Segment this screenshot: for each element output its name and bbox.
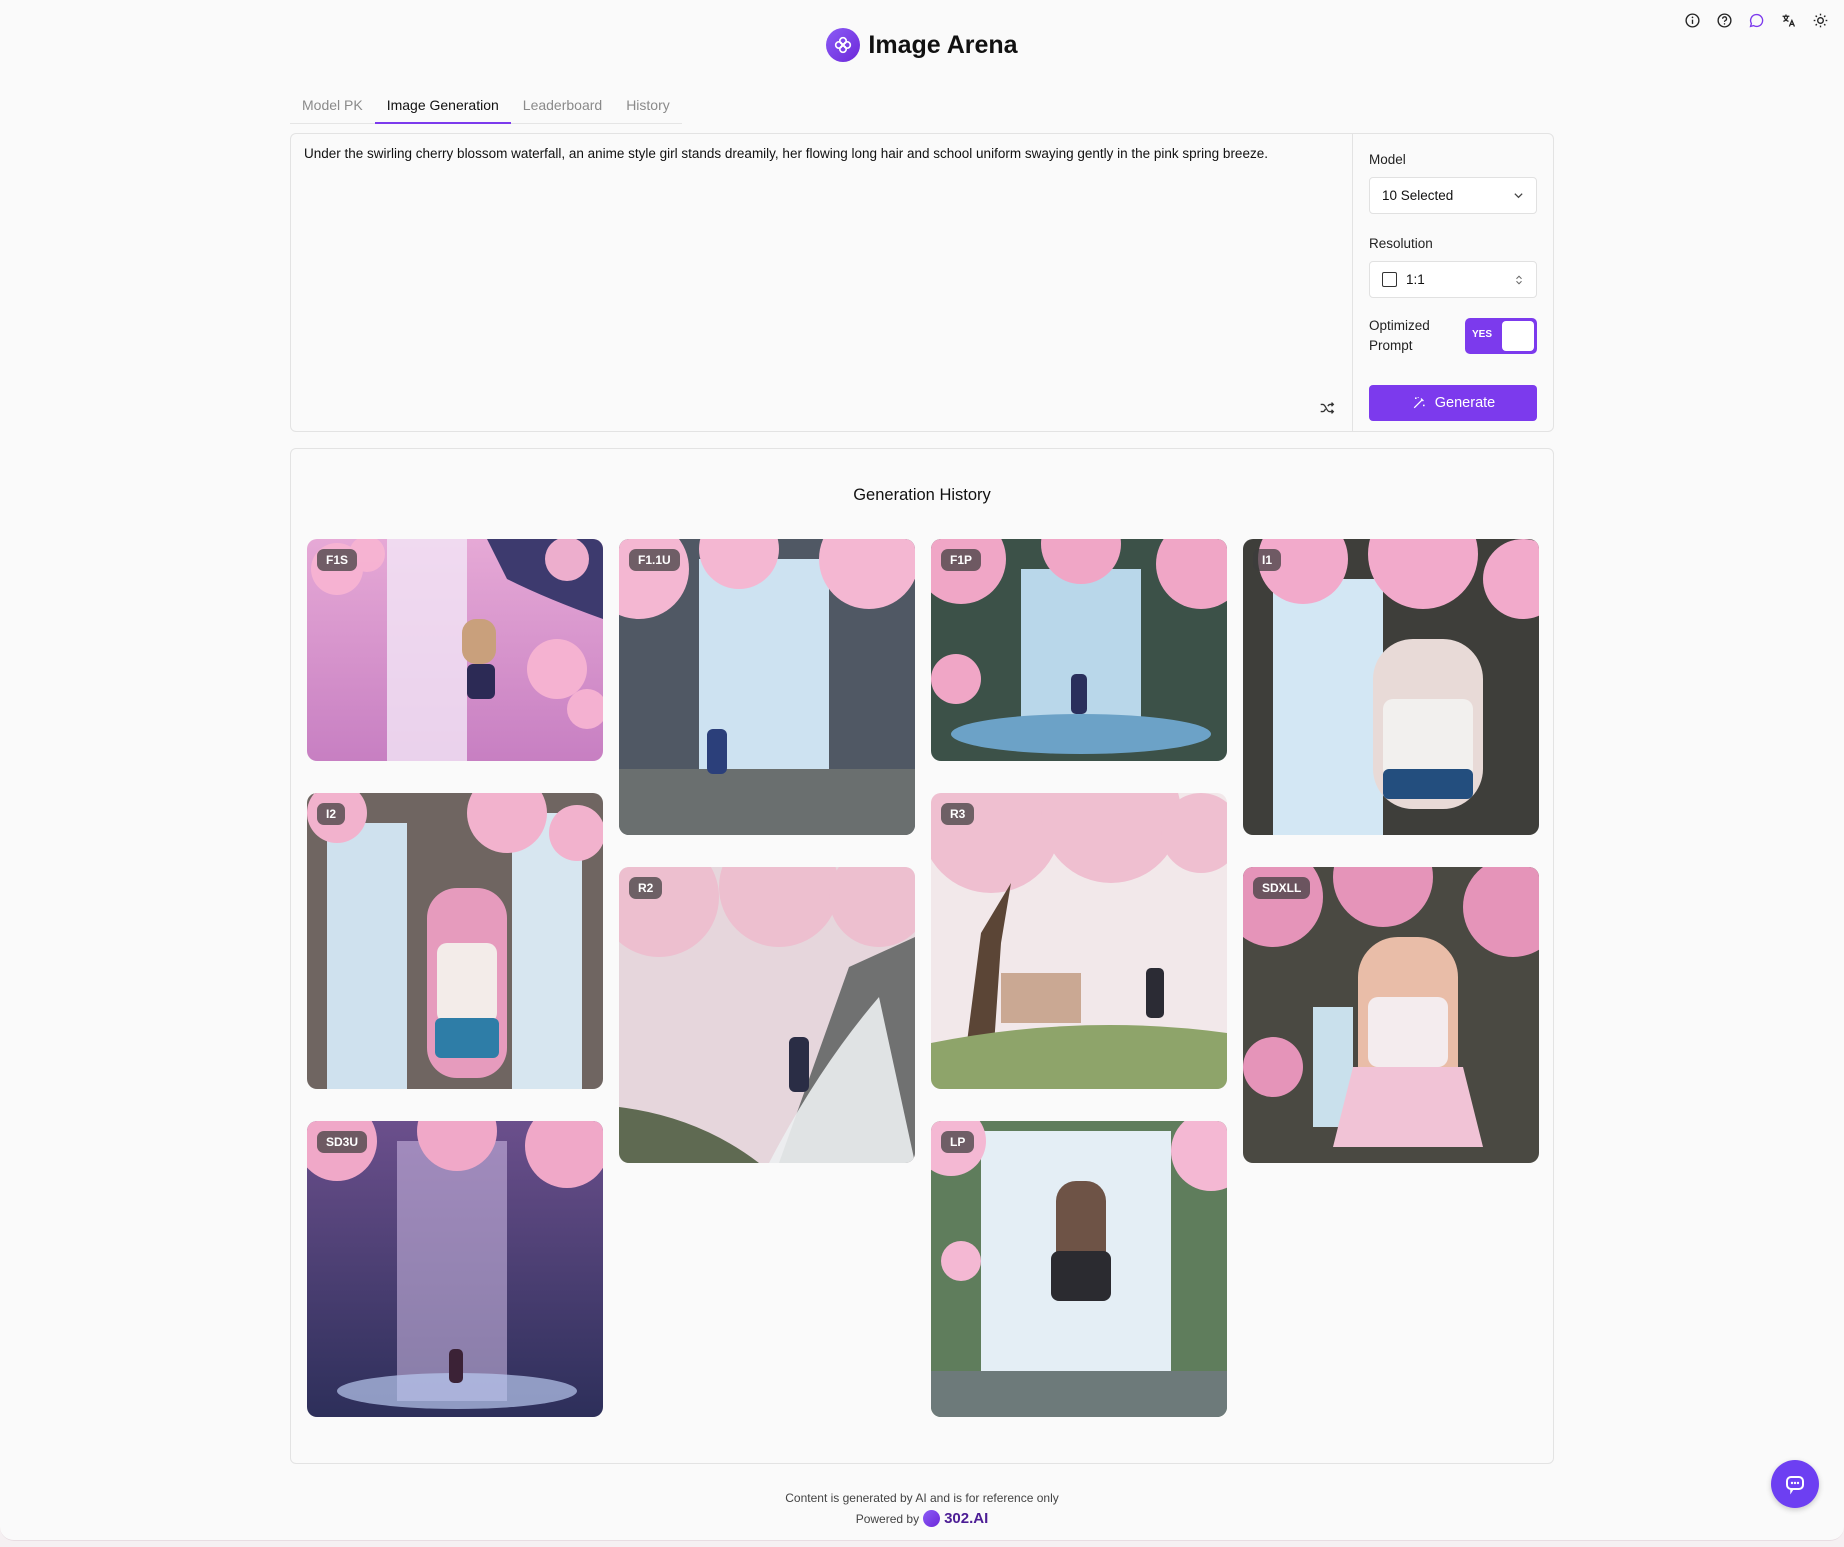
cherry-blossom-image [931, 539, 1227, 761]
cherry-blossom-image [307, 539, 603, 761]
model-badge: F1P [941, 549, 982, 571]
history-image-f1p[interactable]: F1P [931, 539, 1227, 761]
tab-model-pk[interactable]: Model PK [290, 88, 375, 123]
chevron-down-icon [1514, 193, 1523, 199]
model-badge: SD3U [317, 1131, 368, 1153]
toggle-knob [1502, 321, 1534, 352]
resolution-value-wrap: 1:1 [1382, 272, 1425, 287]
chat-support-button[interactable] [1771, 1460, 1819, 1508]
optimized-label-line2: Prompt [1369, 338, 1413, 354]
history-image-r3[interactable]: R3 [931, 793, 1227, 1089]
header: Image Arena [0, 28, 1844, 62]
tab-bar: Model PK Image Generation Leaderboard Hi… [290, 88, 682, 124]
settings-panel: Model 10 Selected Resolution 1:1 Optimiz… [1353, 134, 1553, 431]
model-badge: LP [941, 1131, 975, 1153]
tab-history[interactable]: History [614, 88, 682, 123]
page: Image Arena Model PK Image Generation Le… [0, 0, 1844, 1541]
cherry-blossom-image [619, 539, 915, 835]
app-logo-icon [826, 28, 861, 62]
history-image-sd3u[interactable]: SD3U [307, 1121, 603, 1417]
model-badge: SDXLL [1253, 877, 1311, 899]
brand-link[interactable]: 302.AI [944, 1510, 988, 1527]
resolution-select-value: 1:1 [1406, 272, 1425, 287]
model-badge: I1 [1253, 549, 1282, 571]
top-toolbar [1682, 10, 1830, 30]
app-title: Image Arena [868, 30, 1018, 59]
generate-button-label: Generate [1434, 394, 1496, 411]
model-badge: F1.1U [629, 549, 680, 571]
help-icon[interactable] [1714, 10, 1734, 30]
cherry-blossom-image [619, 867, 915, 1163]
history-image-lp[interactable]: LP [931, 1121, 1227, 1417]
theme-sun-icon[interactable] [1810, 10, 1830, 30]
history-title: Generation History [853, 486, 991, 504]
generation-history-card: Generation History F1S I2 SD3U F1.1U R2 … [290, 448, 1554, 1464]
powered-by-label: Powered by [855, 1511, 920, 1526]
chat-bubble-icon[interactable] [1746, 10, 1766, 30]
model-badge: F1S [317, 549, 358, 571]
shuffle-icon[interactable] [1318, 399, 1338, 419]
generate-button[interactable]: Generate [1369, 384, 1537, 421]
optimized-prompt-label: Optimized Prompt [1369, 316, 1430, 357]
footer: Content is generated by AI and is for re… [0, 1491, 1844, 1527]
magic-wand-icon [1413, 396, 1425, 408]
model-badge: R3 [941, 803, 975, 825]
history-image-r2[interactable]: R2 [619, 867, 915, 1163]
model-select-value: 10 Selected [1382, 188, 1454, 203]
optimized-label-line1: Optimized [1369, 318, 1430, 333]
history-image-f1s[interactable]: F1S [307, 539, 603, 761]
history-image-i1[interactable]: I1 [1243, 539, 1539, 835]
cherry-blossom-image [931, 1121, 1227, 1417]
cherry-blossom-image [307, 793, 603, 1089]
resolution-label: Resolution [1369, 236, 1433, 251]
history-image-f11u[interactable]: F1.1U [619, 539, 915, 835]
cherry-blossom-image [307, 1121, 603, 1417]
chevron-updown-icon [1516, 275, 1522, 284]
toggle-yes-label: YES [1472, 329, 1493, 341]
prompt-area: Under the swirling cherry blossom waterf… [291, 134, 1353, 431]
history-image-sdxll[interactable]: SDXLL [1243, 867, 1539, 1163]
info-icon[interactable] [1682, 10, 1702, 30]
optimized-prompt-row: Optimized Prompt YES [1369, 316, 1537, 357]
resolution-select[interactable]: 1:1 [1369, 261, 1537, 298]
cherry-blossom-image [1243, 867, 1539, 1163]
footer-disclaimer: Content is generated by AI and is for re… [785, 1491, 1059, 1505]
model-select[interactable]: 10 Selected [1369, 177, 1537, 214]
cherry-blossom-image [1243, 539, 1539, 835]
prompt-card: Under the swirling cherry blossom waterf… [290, 133, 1554, 432]
model-badge: I2 [317, 803, 346, 825]
model-label: Model [1369, 152, 1406, 167]
prompt-input[interactable]: Under the swirling cherry blossom waterf… [291, 134, 1352, 431]
chat-bubble-icon [1786, 1476, 1804, 1495]
footer-powered-by: Powered by 302.AI [0, 1510, 1844, 1527]
tab-image-generation[interactable]: Image Generation [374, 88, 511, 124]
model-badge: R2 [629, 877, 663, 899]
tab-leaderboard[interactable]: Leaderboard [511, 88, 614, 123]
square-ratio-icon [1382, 272, 1397, 287]
cherry-blossom-image [931, 793, 1227, 1089]
translate-icon[interactable] [1778, 10, 1798, 30]
history-image-i2[interactable]: I2 [307, 793, 603, 1089]
optimized-prompt-toggle[interactable]: YES [1465, 318, 1537, 355]
brand-logo-icon [923, 1510, 941, 1527]
